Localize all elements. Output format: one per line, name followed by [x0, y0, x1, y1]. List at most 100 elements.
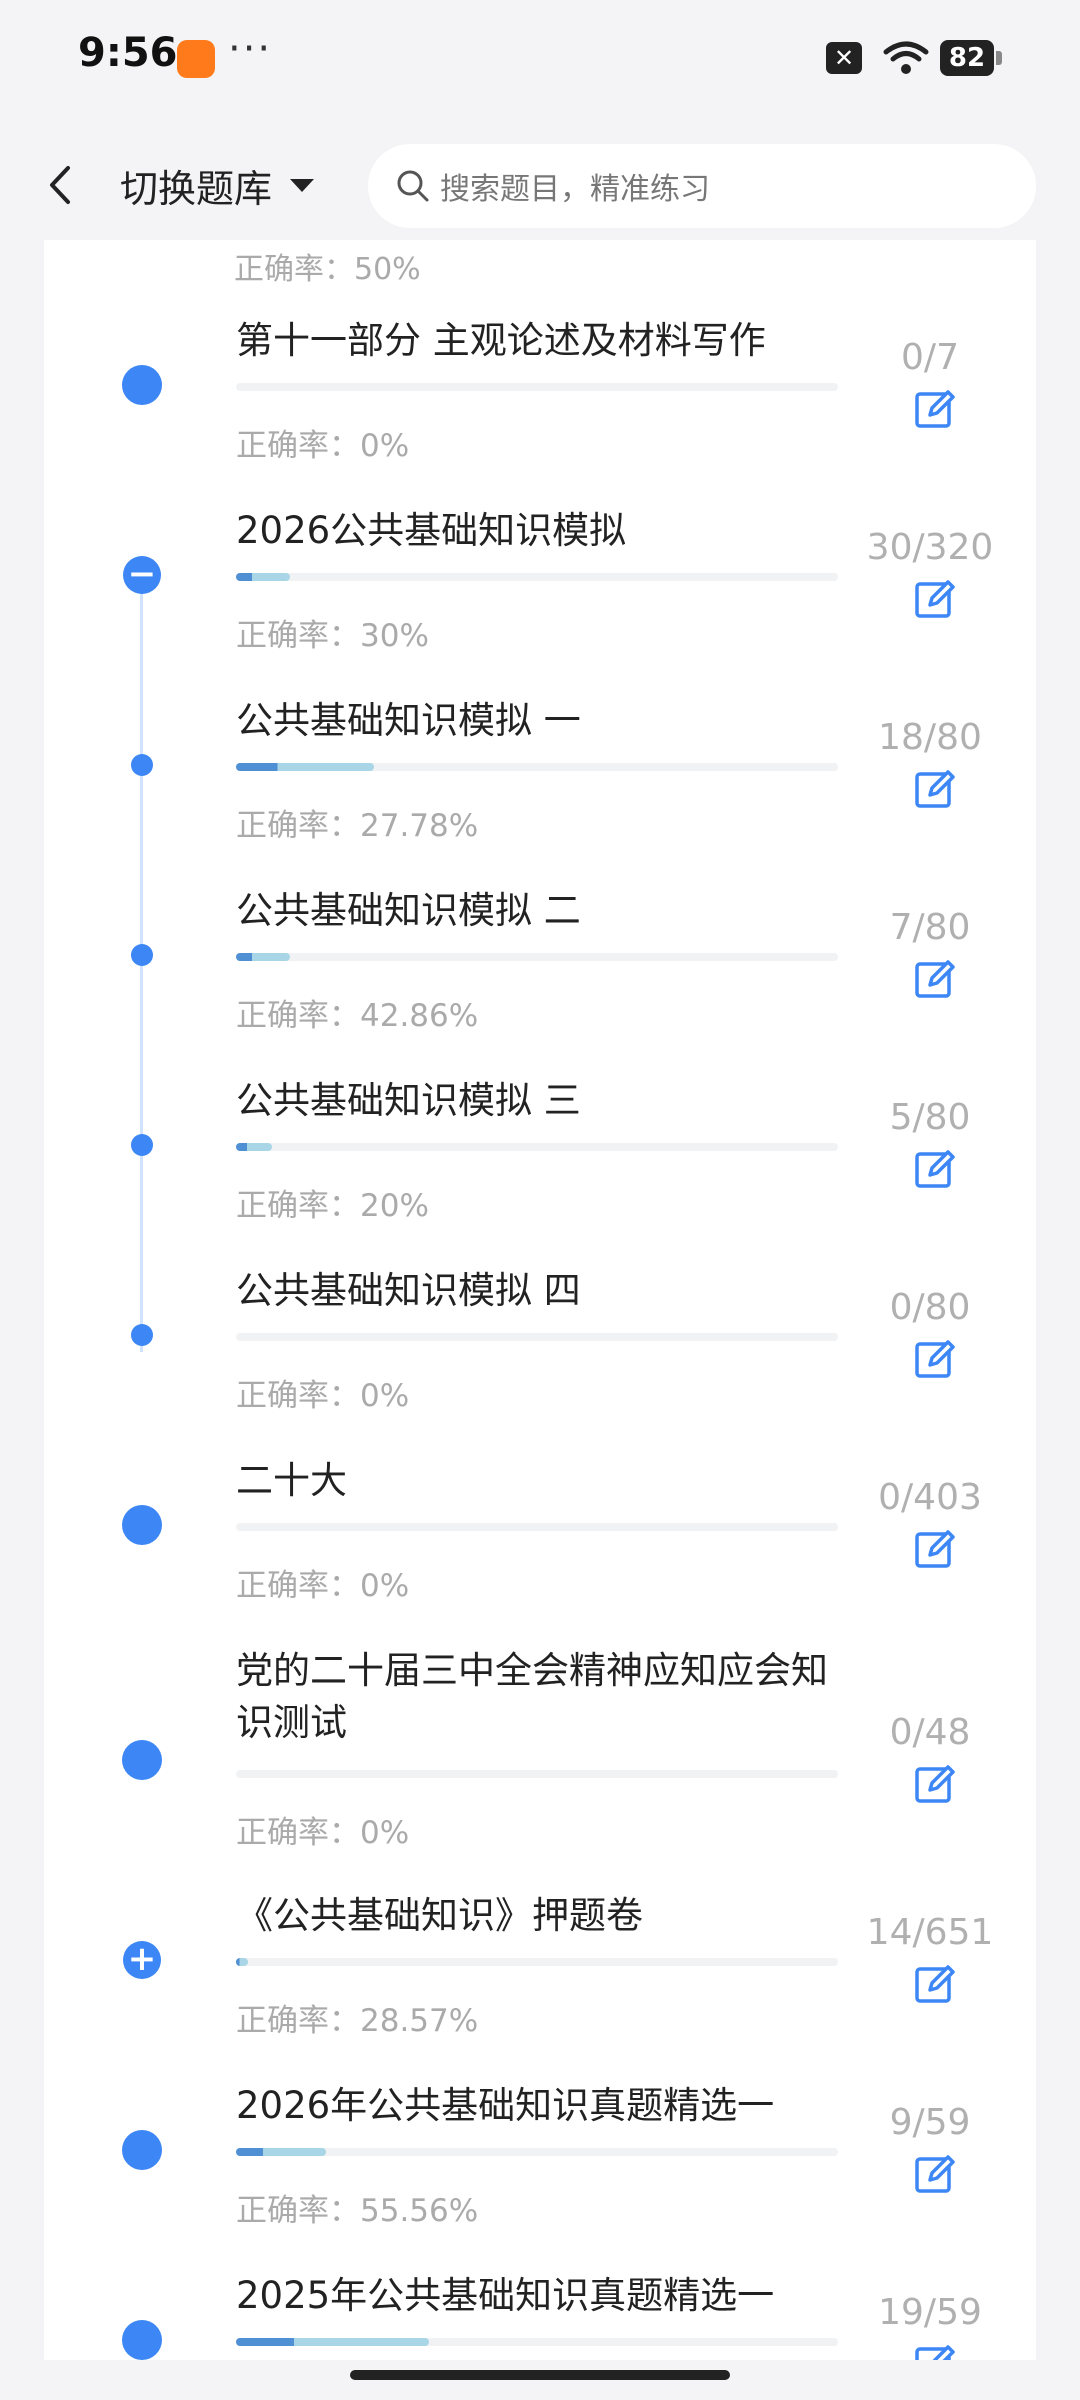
item-title: 公共基础知识模拟 四 [236, 1269, 581, 1312]
accuracy-text: 正确率：0% [236, 428, 410, 464]
progress-fill [236, 763, 375, 771]
accuracy-text: 正确率：42.86% [236, 998, 479, 1034]
list-item[interactable]: 公共基础知识模拟 四 正确率：0% 0/80 [44, 1265, 1036, 1455]
edit-practice-icon[interactable] [914, 957, 958, 1001]
accuracy-text: 正确率：28.57% [236, 2003, 479, 2039]
edit-practice-icon[interactable] [914, 2152, 958, 2196]
search-placeholder: 搜索题目，精准练习 [440, 172, 710, 207]
wifi-icon [883, 41, 929, 74]
item-title: 公共基础知识模拟 一 [236, 699, 581, 742]
progress-bar [236, 1523, 838, 1531]
accuracy-text: 正确率：0% [236, 1815, 410, 1851]
progress-count: 5/80 [889, 1097, 971, 1138]
progress-bar [236, 573, 838, 581]
progress-count: 14/651 [866, 1912, 994, 1953]
sub-item-dot [131, 754, 153, 776]
progress-count: 0/48 [889, 1712, 971, 1753]
list-item[interactable]: 党的二十届三中全会精神应知应会知识测试 正确率：0% 0/48 [44, 1645, 1036, 1851]
progress-fill [236, 1958, 249, 1966]
caret-down-icon [290, 179, 315, 192]
progress-fill [236, 953, 291, 961]
edit-practice-icon[interactable] [914, 1762, 958, 1806]
edit-practice-icon[interactable] [914, 1337, 958, 1381]
accuracy-text: 正确率：0% [236, 1568, 410, 1604]
sub-item-dot [131, 1134, 153, 1156]
sub-item-dot [131, 944, 153, 966]
switch-question-bank-button[interactable]: 切换题库 [120, 158, 315, 213]
edit-practice-icon[interactable] [914, 1527, 958, 1571]
switch-label: 切换题库 [120, 167, 273, 211]
item-title: 二十大 [236, 1459, 347, 1502]
list-item[interactable]: + 《公共基础知识》押题卷 正确率：28.57% 14/651 [44, 1890, 1036, 2080]
progress-bar [236, 1333, 838, 1341]
battery-icon: 82 [940, 40, 1002, 76]
accuracy-text: 正确率：20% [236, 1188, 429, 1224]
question-bank-list: 正确率：50% 第十一部分 主观论述及材料写作 正确率：0% 0/7 − 202… [44, 240, 1036, 2360]
item-title: 《公共基础知识》押题卷 [236, 1894, 643, 1937]
progress-count: 30/320 [866, 527, 994, 568]
progress-count: 0/80 [889, 1287, 971, 1328]
list-item[interactable]: 2025年公共基础知识真题精选一 19/59 [44, 2270, 1036, 2360]
progress-bar [236, 953, 838, 961]
progress-bar [236, 2148, 838, 2156]
expand-icon[interactable]: + [123, 1941, 161, 1979]
list-item[interactable]: 公共基础知识模拟 三 正确率：20% 5/80 [44, 1075, 1036, 1265]
no-sim-icon: ✕ [826, 42, 862, 74]
top-bar: 切换题库 搜索题目，精准练习 [0, 120, 1080, 250]
search-icon [397, 170, 429, 202]
more-notifications-icon: ··· [228, 26, 273, 72]
item-dot [122, 2320, 162, 2360]
progress-fill [236, 573, 291, 581]
progress-bar [236, 1143, 838, 1151]
progress-count: 9/59 [889, 2102, 971, 2143]
list-item[interactable]: 第十一部分 主观论述及材料写作 正确率：0% 0/7 [44, 315, 1036, 505]
edit-practice-icon[interactable] [914, 577, 958, 621]
item-title: 2026公共基础知识模拟 [236, 509, 627, 552]
item-title: 第十一部分 主观论述及材料写作 [236, 319, 766, 362]
list-item[interactable]: 公共基础知识模拟 一 正确率：27.78% 18/80 [44, 695, 1036, 885]
progress-count: 7/80 [889, 907, 971, 948]
edit-practice-icon[interactable] [914, 1962, 958, 2006]
edit-practice-icon[interactable] [914, 767, 958, 811]
progress-count: 19/59 [878, 2292, 982, 2333]
item-title: 公共基础知识模拟 三 [236, 1079, 581, 1122]
progress-bar [236, 383, 838, 391]
list-item[interactable]: 二十大 正确率：0% 0/403 [44, 1455, 1036, 1645]
progress-bar [236, 1958, 838, 1966]
progress-count: 0/403 [878, 1477, 982, 1518]
partial-accuracy-text: 正确率：50% [234, 252, 421, 287]
status-bar: 9:56 ··· ✕ 82 [0, 0, 1080, 120]
progress-fill [236, 1143, 273, 1151]
edit-practice-icon[interactable] [914, 2342, 958, 2360]
back-icon[interactable] [40, 160, 84, 210]
progress-bar [236, 763, 838, 771]
progress-count: 18/80 [878, 717, 982, 758]
progress-fill [236, 2148, 327, 2156]
item-dot [122, 365, 162, 405]
accuracy-text: 正确率：30% [236, 618, 429, 654]
item-dot [122, 2130, 162, 2170]
shopping-app-icon [177, 40, 215, 78]
sub-item-dot [131, 1324, 153, 1346]
edit-practice-icon[interactable] [914, 1147, 958, 1191]
collapse-icon[interactable]: − [123, 556, 161, 594]
item-title: 2025年公共基础知识真题精选一 [236, 2274, 775, 2317]
list-item[interactable]: 2026年公共基础知识真题精选一 正确率：55.56% 9/59 [44, 2080, 1036, 2270]
item-title: 公共基础知识模拟 二 [236, 889, 581, 932]
status-time: 9:56 [78, 30, 178, 76]
edit-practice-icon[interactable] [914, 387, 958, 431]
home-indicator[interactable] [350, 2370, 730, 2380]
item-dot [122, 1505, 162, 1545]
accuracy-text: 正确率：55.56% [236, 2193, 479, 2229]
accuracy-text: 正确率：0% [236, 1378, 410, 1414]
accuracy-text: 正确率：27.78% [236, 808, 479, 844]
item-title: 2026年公共基础知识真题精选一 [236, 2084, 775, 2127]
progress-bar [236, 2338, 838, 2346]
list-item[interactable]: − 2026公共基础知识模拟 正确率：30% 30/320 [44, 505, 1036, 695]
search-input[interactable]: 搜索题目，精准练习 [368, 144, 1036, 228]
list-item[interactable]: 公共基础知识模拟 二 正确率：42.86% 7/80 [44, 885, 1036, 1075]
item-dot [122, 1740, 162, 1780]
progress-fill [236, 2338, 429, 2346]
item-title: 党的二十届三中全会精神应知应会知识测试 [236, 1649, 828, 1744]
progress-count: 0/7 [901, 337, 959, 378]
